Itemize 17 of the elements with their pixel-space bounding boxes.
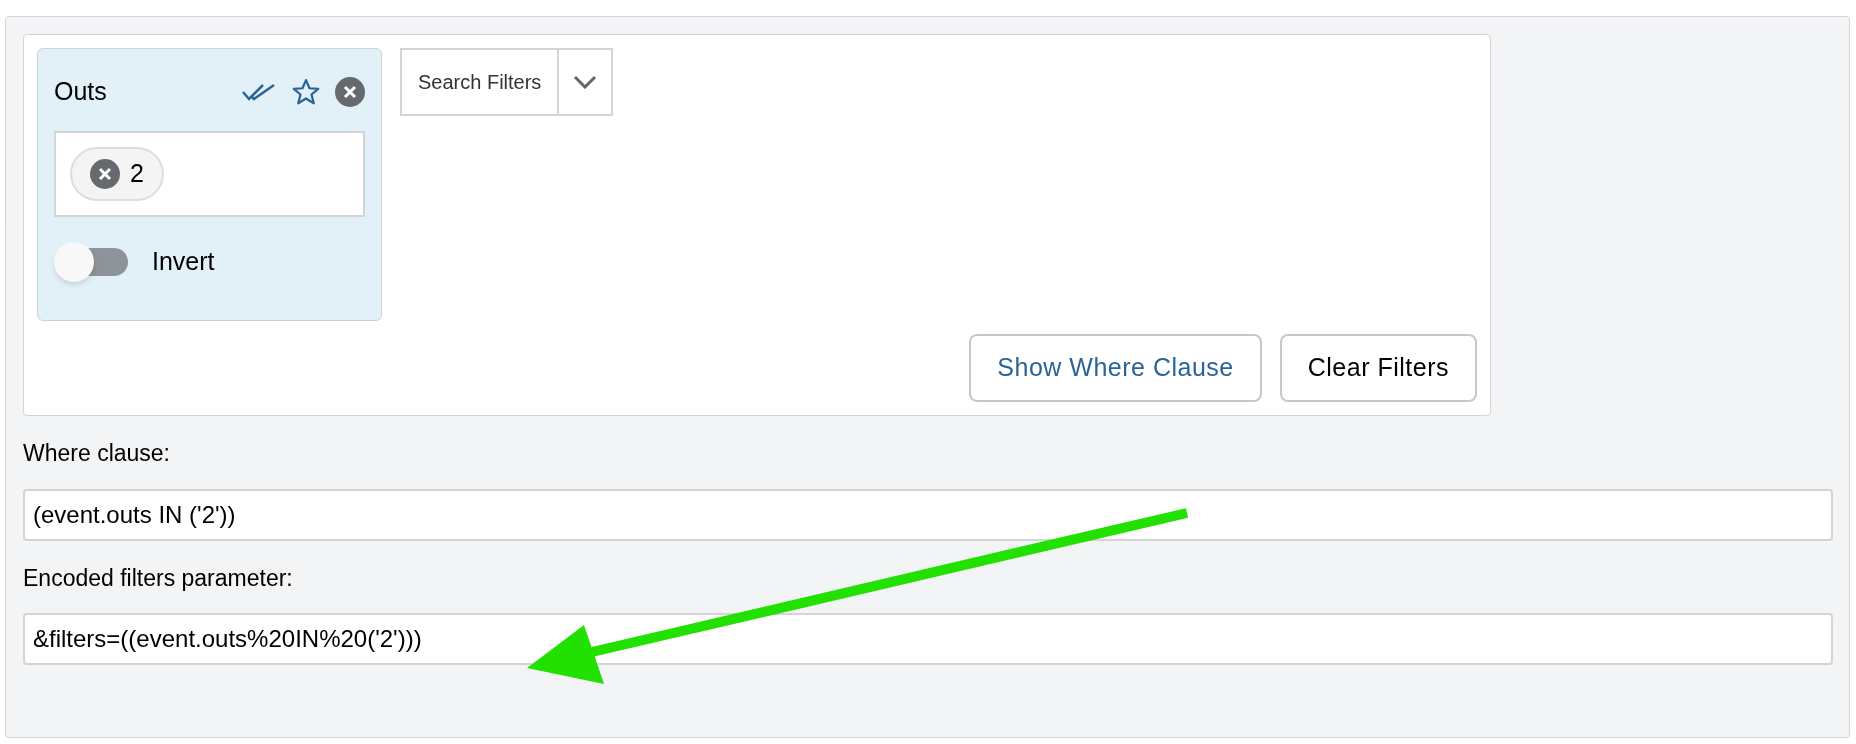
filter-title: Outs [54, 76, 108, 107]
search-filters-select[interactable]: Search Filters [400, 48, 614, 116]
field-label: Encoded filters parameter: [23, 563, 294, 593]
invert-label: Invert [152, 245, 215, 277]
output-field[interactable]: &filters=((event.outs%20IN%20('2'))) [23, 613, 1833, 665]
chevron-down-icon [573, 75, 598, 89]
invert-toggle[interactable] [54, 240, 128, 283]
action-button[interactable]: Clear Filters [1279, 334, 1477, 402]
values-field[interactable]: 2 [54, 130, 365, 217]
chip-label: 2 [130, 157, 144, 189]
remove-icon[interactable] [90, 158, 120, 189]
field-label: Where clause: [23, 439, 171, 468]
star-icon[interactable] [291, 76, 321, 107]
double-check-icon[interactable] [241, 81, 277, 102]
close-icon[interactable] [335, 76, 365, 107]
output-field[interactable]: (event.outs IN ('2')) [23, 488, 1833, 541]
action-button[interactable]: Show Where Clause [969, 334, 1262, 402]
